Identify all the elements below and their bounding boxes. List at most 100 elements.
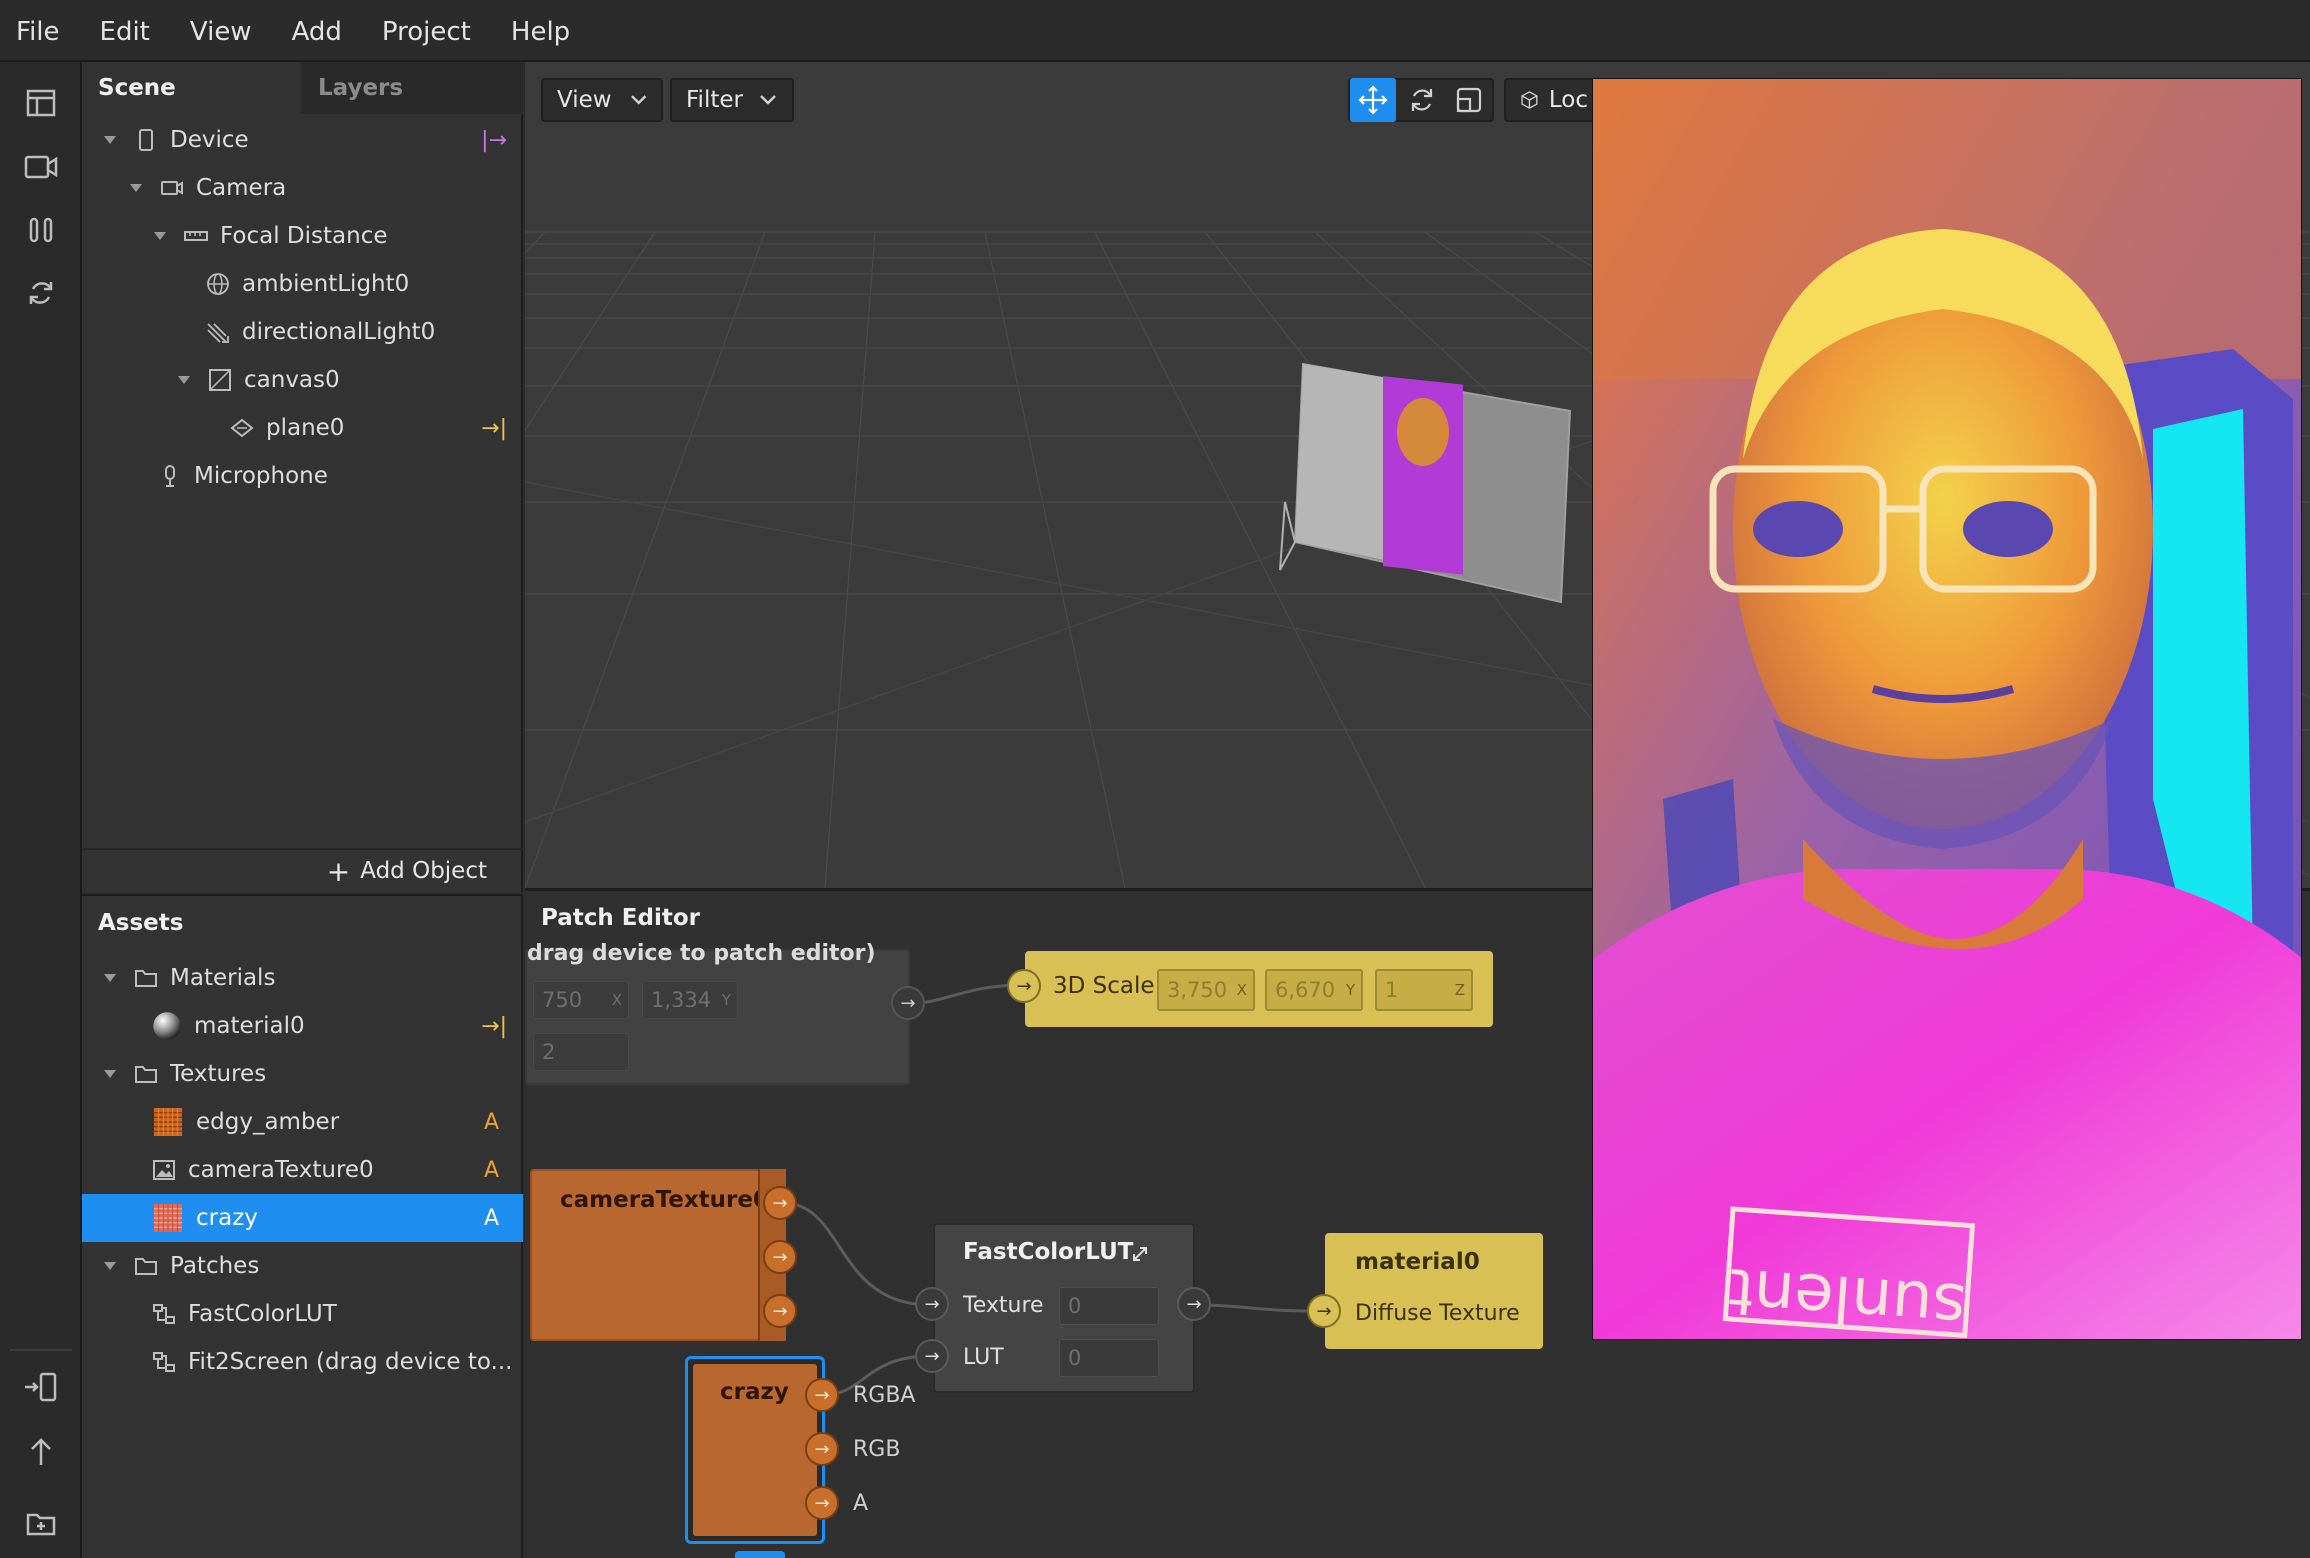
camera-texture-node[interactable]: cameraTexture0 [530, 1169, 780, 1341]
caret-down-icon[interactable] [102, 970, 118, 986]
add-object-button[interactable]: + Add Object [82, 848, 523, 892]
menu-help[interactable]: Help [511, 13, 570, 47]
sphere-icon [153, 1012, 181, 1040]
camera-feed-preview: sunlent [1593, 79, 2301, 1339]
upload-icon[interactable] [18, 1429, 64, 1475]
menu-project[interactable]: Project [382, 13, 471, 47]
crazy-alpha-output-port[interactable]: → [805, 1486, 839, 1520]
rotate-tool-icon[interactable] [1399, 78, 1445, 122]
caret-down-icon[interactable] [102, 132, 118, 148]
3d-scale-input-port[interactable]: → [1007, 969, 1041, 1003]
menu-add[interactable]: Add [292, 13, 342, 47]
asset-item-material0[interactable]: material0 →| [82, 1002, 523, 1050]
fit2screen-output-port[interactable]: → [891, 986, 925, 1020]
asset-item-edgy-amber[interactable]: edgy_amber A [82, 1098, 523, 1146]
video-camera-icon[interactable] [18, 144, 64, 190]
assets-title: Assets [98, 910, 184, 936]
scene-tabs: Scene Layers [82, 62, 523, 114]
fastcolorlut-node[interactable]: FastColorLUT Texture LUT 0 0 [933, 1223, 1195, 1393]
asset-label: Textures [170, 1061, 267, 1087]
tree-label: Microphone [194, 463, 328, 489]
expand-icon[interactable] [1131, 1245, 1149, 1263]
menu-view[interactable]: View [190, 13, 252, 47]
lut-output-port[interactable]: → [1177, 1287, 1211, 1321]
send-to-device-icon[interactable] [18, 1364, 64, 1410]
canvas-icon [209, 369, 231, 391]
tree-item-directional-light[interactable]: directionalLight0 [82, 308, 523, 356]
rgb-port-label: RGB [853, 1437, 901, 1462]
scale-y-field[interactable]: 6,670 Y [1265, 969, 1363, 1011]
device-preview[interactable]: sunlent [1592, 78, 2302, 1340]
camera-rgb-output-port[interactable]: → [763, 1240, 797, 1274]
material0-node[interactable]: material0 Diffuse Texture [1325, 1233, 1543, 1349]
asset-label: cameraTexture0 [188, 1157, 374, 1183]
asset-folder-textures[interactable]: Textures [82, 1050, 523, 1098]
crazy-rgb-output-port[interactable]: → [805, 1432, 839, 1466]
asset-item-crazy[interactable]: crazy A [82, 1194, 523, 1242]
asset-item-fit2screen[interactable]: Fit2Screen (drag device to... [82, 1338, 523, 1386]
asset-status-badge: A [483, 1109, 499, 1135]
lut-texture-input-port[interactable]: → [915, 1287, 949, 1321]
layout-icon[interactable] [18, 80, 64, 126]
height-field[interactable]: 1,334 Y [642, 981, 738, 1019]
chevron-down-icon [630, 95, 646, 105]
tab-scene[interactable]: Scene [82, 62, 300, 114]
tree-item-canvas[interactable]: canvas0 [82, 356, 523, 404]
texture-value-field[interactable]: 0 [1059, 1287, 1159, 1325]
material-diffuse-input-port[interactable]: → [1307, 1294, 1341, 1328]
tree-item-camera[interactable]: Camera [82, 164, 523, 212]
scale-factor-field[interactable]: 2 [533, 1033, 629, 1071]
scale-x-field[interactable]: 3,750 X [1157, 969, 1255, 1011]
lut-lut-input-port[interactable]: → [915, 1339, 949, 1373]
tree-item-ambient-light[interactable]: ambientLight0 [82, 260, 523, 308]
asset-item-camera-texture[interactable]: cameraTexture0 A [82, 1146, 523, 1194]
tab-layers[interactable]: Layers [302, 62, 523, 114]
caret-down-icon[interactable] [102, 1066, 118, 1082]
device-link-icon[interactable]: |→ [481, 128, 507, 153]
fit2screen-node[interactable]: drag device to patch editor) 750 X 1,334 Y… [525, 941, 910, 1085]
tree-item-focal-distance[interactable]: Focal Distance [82, 212, 523, 260]
tree-label: directionalLight0 [242, 319, 436, 345]
move-tool-icon[interactable] [1350, 78, 1396, 122]
crazy-rgba-output-port[interactable]: → [805, 1378, 839, 1412]
add-object-label: Add Object [360, 858, 487, 884]
asset-item-fastcolorlut[interactable]: FastColorLUT [82, 1290, 523, 1338]
rgba-port-label: RGBA [853, 1383, 916, 1408]
add-folder-icon[interactable] [18, 1500, 64, 1546]
tree-item-plane[interactable]: plane0 →| [82, 404, 523, 452]
asset-folder-materials[interactable]: Materials [82, 954, 523, 1002]
crazy-node-title: crazy [720, 1379, 789, 1405]
material-link-icon[interactable]: →| [481, 1014, 507, 1039]
directional-light-icon [207, 323, 229, 343]
local-space-toggle[interactable]: Loc [1504, 78, 1604, 122]
menu-bar: File Edit View Add Project Help [0, 0, 2310, 62]
crazy-node-handle[interactable] [735, 1551, 785, 1558]
camera-rgba-output-port[interactable]: → [763, 1186, 797, 1220]
menu-file[interactable]: File [16, 13, 60, 47]
tree-label: Device [170, 127, 249, 153]
tree-item-microphone[interactable]: Microphone [82, 452, 523, 500]
caret-down-icon[interactable] [176, 372, 192, 388]
3d-scale-node[interactable]: 3D Scale 3,750 X 6,670 Y 1Z [1025, 951, 1493, 1027]
pause-icon[interactable] [18, 207, 64, 253]
plane-link-icon[interactable]: →| [481, 416, 507, 441]
asset-folder-patches[interactable]: Patches [82, 1242, 523, 1290]
patch-icon [153, 1304, 175, 1324]
refresh-icon[interactable] [18, 270, 64, 316]
asset-label: Materials [170, 965, 276, 991]
filter-dropdown-label: Filter [686, 87, 743, 113]
microphone-icon [165, 465, 175, 487]
scale-tool-icon[interactable] [1446, 78, 1492, 122]
menu-edit[interactable]: Edit [100, 13, 150, 47]
view-dropdown[interactable]: View [541, 78, 663, 122]
crazy-node[interactable]: crazy [685, 1356, 825, 1544]
caret-down-icon[interactable] [152, 228, 168, 244]
scale-z-field[interactable]: 1Z [1375, 969, 1473, 1011]
caret-down-icon[interactable] [128, 180, 144, 196]
filter-dropdown[interactable]: Filter [670, 78, 794, 122]
lut-value-field[interactable]: 0 [1059, 1339, 1159, 1377]
tree-item-device[interactable]: Device |→ [82, 116, 523, 164]
camera-alpha-output-port[interactable]: → [763, 1294, 797, 1328]
caret-down-icon[interactable] [102, 1258, 118, 1274]
width-field[interactable]: 750 X [533, 981, 629, 1019]
